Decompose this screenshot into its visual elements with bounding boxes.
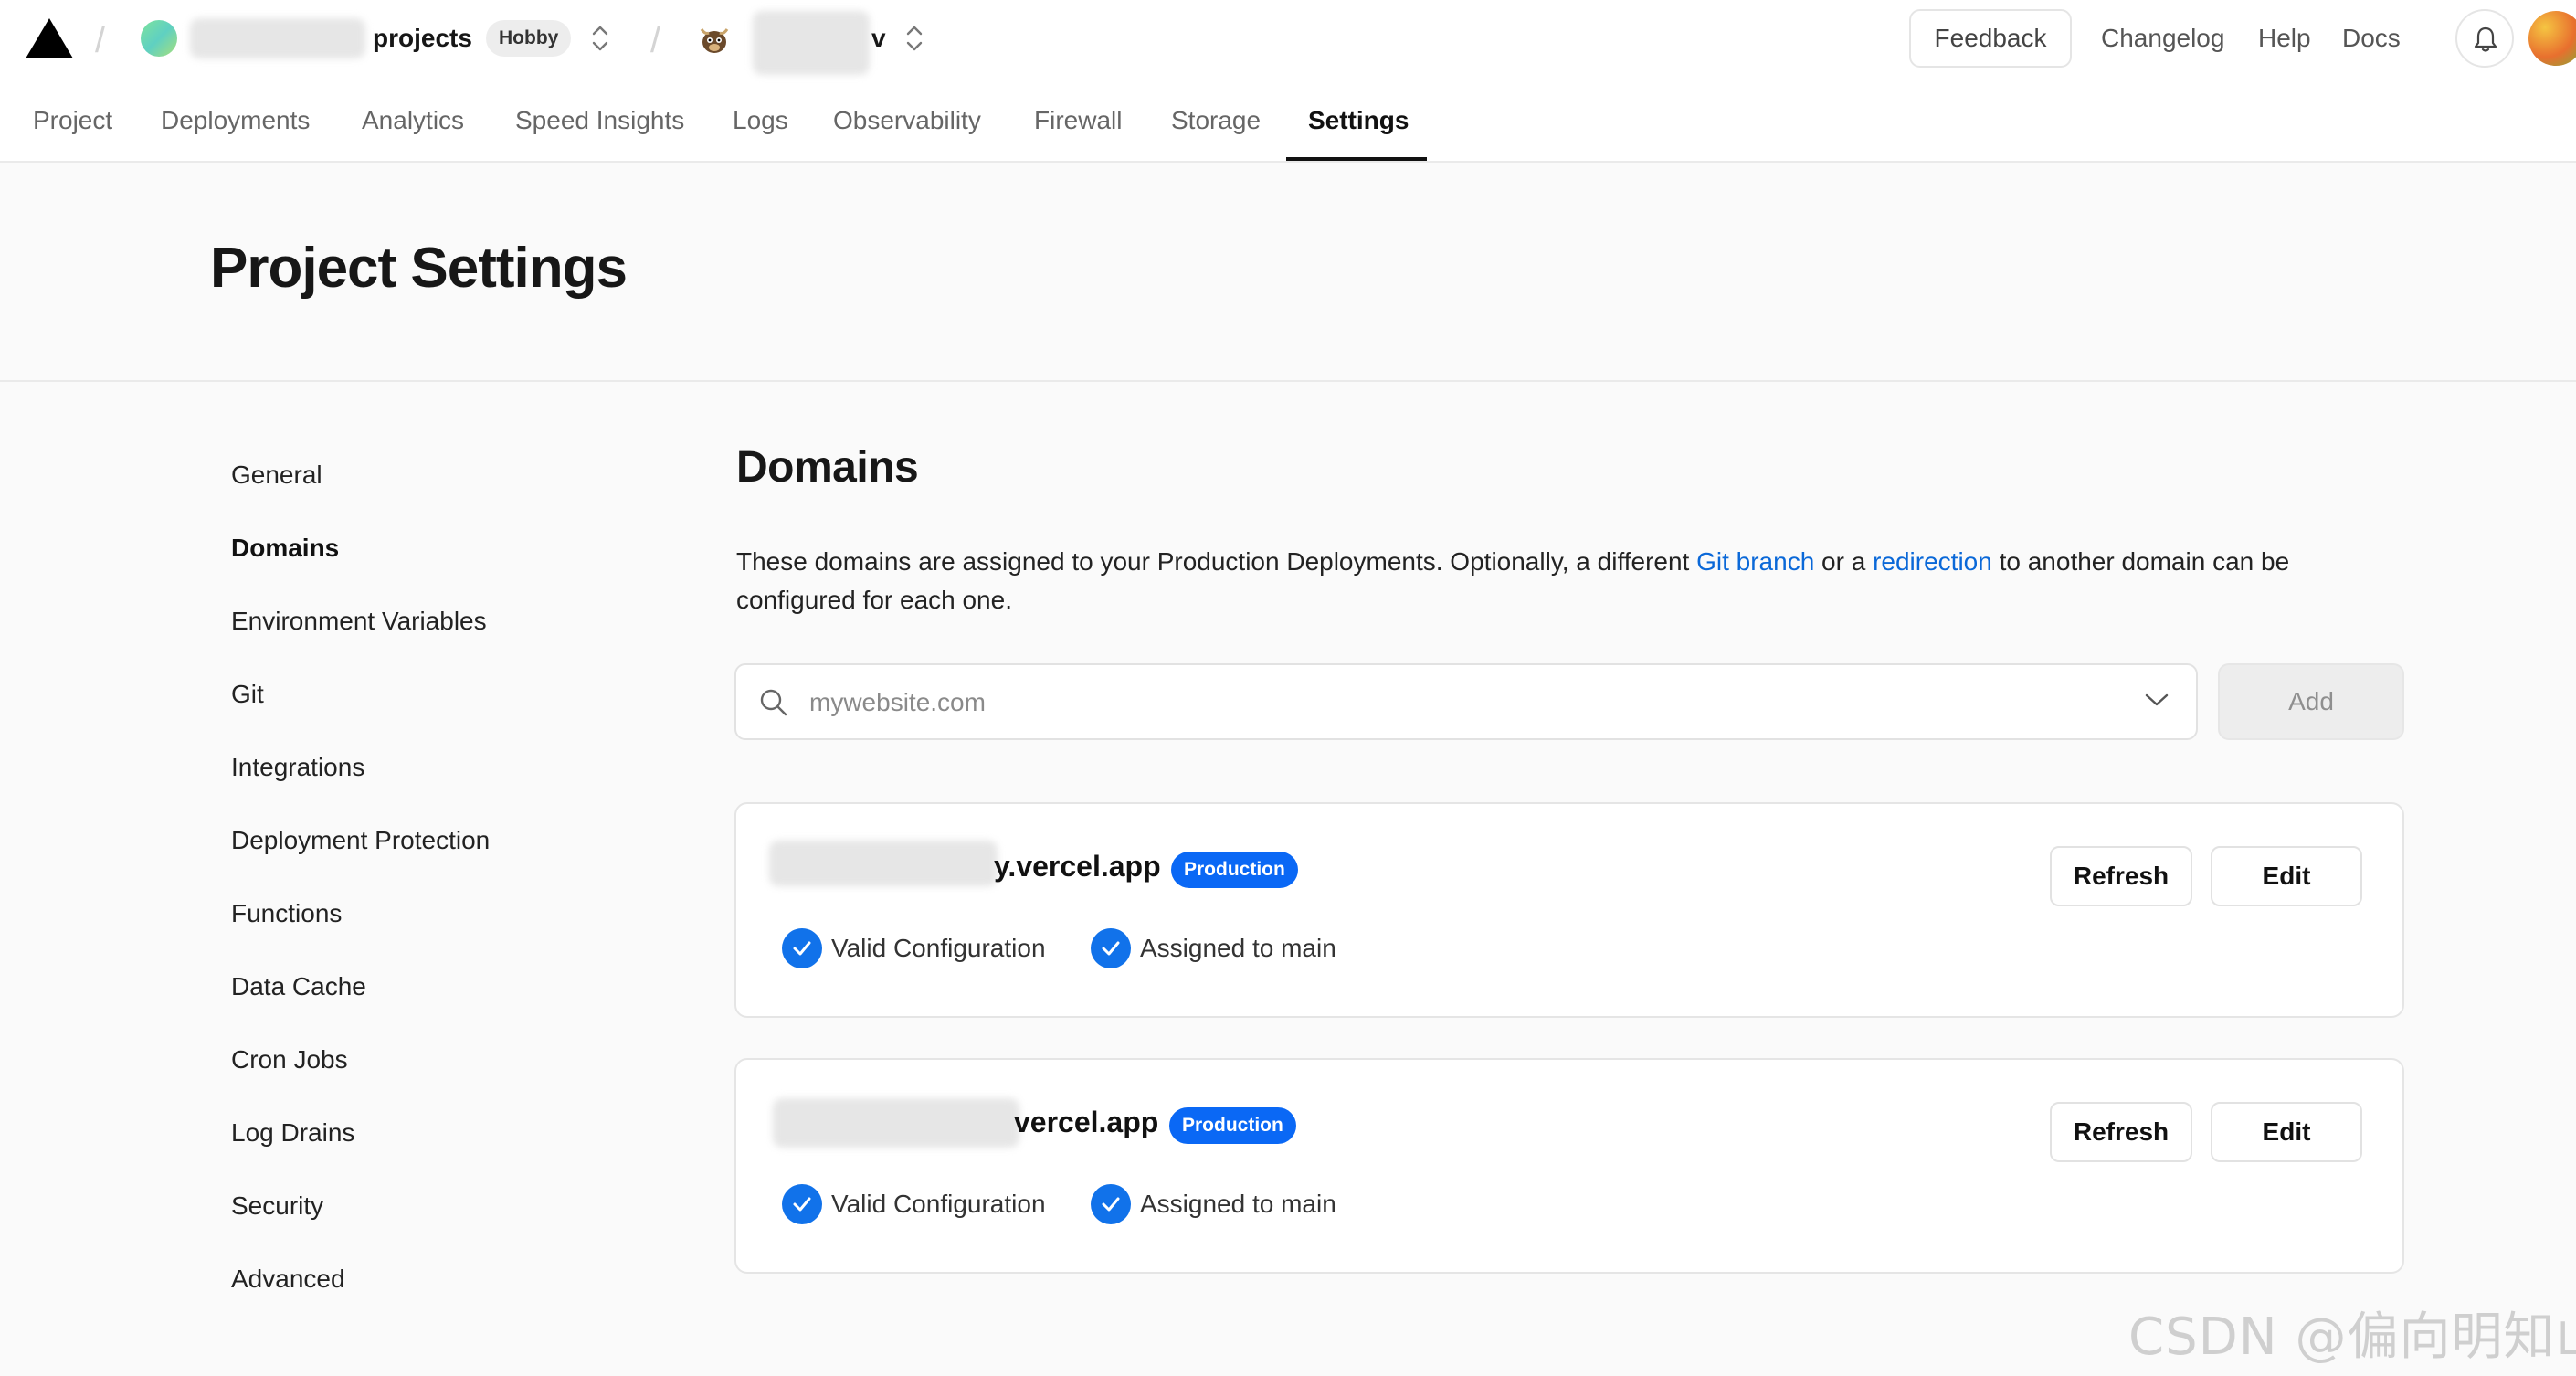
tab-deployments[interactable]: Deployments <box>161 91 310 163</box>
status-label: Assigned to main <box>1140 1190 1336 1218</box>
sidebar-item-general[interactable]: General <box>231 457 322 493</box>
domain-name-redacted <box>769 841 998 886</box>
plan-badge: Hobby <box>486 20 572 57</box>
production-badge: Production <box>1169 1107 1296 1144</box>
edit-button[interactable]: Edit <box>2211 1102 2362 1162</box>
notifications-button[interactable] <box>2455 9 2514 68</box>
vercel-logo-icon[interactable] <box>26 18 73 58</box>
domains-title: Domains <box>736 443 919 492</box>
sidebar-item-data-cache[interactable]: Data Cache <box>231 968 366 1005</box>
sidebar-item-deployment-protection[interactable]: Deployment Protection <box>231 822 490 859</box>
tab-firewall[interactable]: Firewall <box>1034 91 1122 163</box>
sidebar-item-domains[interactable]: Domains <box>231 530 339 566</box>
help-link[interactable]: Help <box>2258 20 2311 57</box>
sidebar-item-git[interactable]: Git <box>231 676 264 713</box>
breadcrumb-separator: / <box>95 20 106 60</box>
project-switcher-chevron-icon[interactable] <box>904 22 924 55</box>
tab-storage[interactable]: Storage <box>1171 91 1261 163</box>
domain-name-redacted <box>773 1098 1019 1148</box>
chevron-down-icon[interactable] <box>2145 693 2169 707</box>
tab-settings[interactable]: Settings <box>1308 91 1409 163</box>
project-avatar-icon[interactable] <box>696 20 733 57</box>
check-circle-icon <box>1091 1184 1131 1224</box>
title-band: Project Settings <box>0 163 2576 382</box>
sidebar-item-security[interactable]: Security <box>231 1188 323 1224</box>
sidebar-item-functions[interactable]: Functions <box>231 895 342 932</box>
sidebar-item-integrations[interactable]: Integrations <box>231 749 364 786</box>
changelog-link[interactable]: Changelog <box>2101 20 2224 57</box>
watermark: CSDN @偏向明知山 <box>2128 1307 2576 1367</box>
top-header: / projects Hobby / v Feedback Changelog … <box>0 0 2576 163</box>
sidebar-item-cron-jobs[interactable]: Cron Jobs <box>231 1042 348 1078</box>
breadcrumb-separator: / <box>650 20 661 60</box>
check-circle-icon <box>1091 928 1131 968</box>
tab-analytics[interactable]: Analytics <box>362 91 464 163</box>
sidebar-item-advanced[interactable]: Advanced <box>231 1261 345 1297</box>
tab-observability[interactable]: Observability <box>833 91 981 163</box>
team-name-redacted <box>190 18 365 58</box>
edit-button[interactable]: Edit <box>2211 846 2362 906</box>
description-text: These domains are assigned to your Produ… <box>736 547 1697 576</box>
status-label: Assigned to main <box>1140 934 1336 962</box>
tab-logs[interactable]: Logs <box>733 91 788 163</box>
sidebar-item-log-drains[interactable]: Log Drains <box>231 1115 354 1151</box>
domain-input[interactable] <box>809 680 2088 725</box>
check-circle-icon <box>782 928 822 968</box>
project-tabs: Project Deployments Analytics Speed Insi… <box>0 91 2576 163</box>
user-avatar[interactable] <box>2528 11 2576 66</box>
domain-card: y.vercel.app Production Valid Configurat… <box>734 802 2404 1018</box>
status-label: Valid Configuration <box>831 934 1046 962</box>
active-tab-indicator <box>1286 157 1427 161</box>
domain-card: vercel.app Production Valid Configuratio… <box>734 1058 2404 1274</box>
redirection-link[interactable]: redirection <box>1873 547 1992 576</box>
bell-icon <box>2474 26 2497 52</box>
refresh-button[interactable]: Refresh <box>2050 846 2192 906</box>
feedback-button[interactable]: Feedback <box>1909 9 2072 68</box>
team-name[interactable]: projects <box>373 20 472 57</box>
domain-search-combobox[interactable] <box>734 663 2198 740</box>
description-text: or a <box>1814 547 1874 576</box>
status-label: Valid Configuration <box>831 1190 1046 1218</box>
team-switcher-chevron-icon[interactable] <box>590 22 610 55</box>
page-title: Project Settings <box>210 237 628 300</box>
search-icon <box>760 689 787 716</box>
domain-name[interactable]: y.vercel.app <box>994 846 1161 886</box>
domains-description: These domains are assigned to your Produ… <box>736 543 2408 619</box>
tab-speed-insights[interactable]: Speed Insights <box>515 91 684 163</box>
production-badge: Production <box>1171 852 1298 888</box>
refresh-button[interactable]: Refresh <box>2050 1102 2192 1162</box>
top-row: / projects Hobby / v Feedback Changelog … <box>0 0 2576 79</box>
project-name[interactable]: v <box>871 20 886 57</box>
git-branch-link[interactable]: Git branch <box>1696 547 1814 576</box>
check-circle-icon <box>782 1184 822 1224</box>
project-name-redacted <box>753 11 870 75</box>
add-domain-button[interactable]: Add <box>2218 663 2404 740</box>
tab-project[interactable]: Project <box>33 91 112 163</box>
team-avatar[interactable] <box>141 20 177 57</box>
domain-name[interactable]: vercel.app <box>1014 1102 1158 1142</box>
sidebar-item-environment-variables[interactable]: Environment Variables <box>231 603 487 640</box>
docs-link[interactable]: Docs <box>2342 20 2401 57</box>
